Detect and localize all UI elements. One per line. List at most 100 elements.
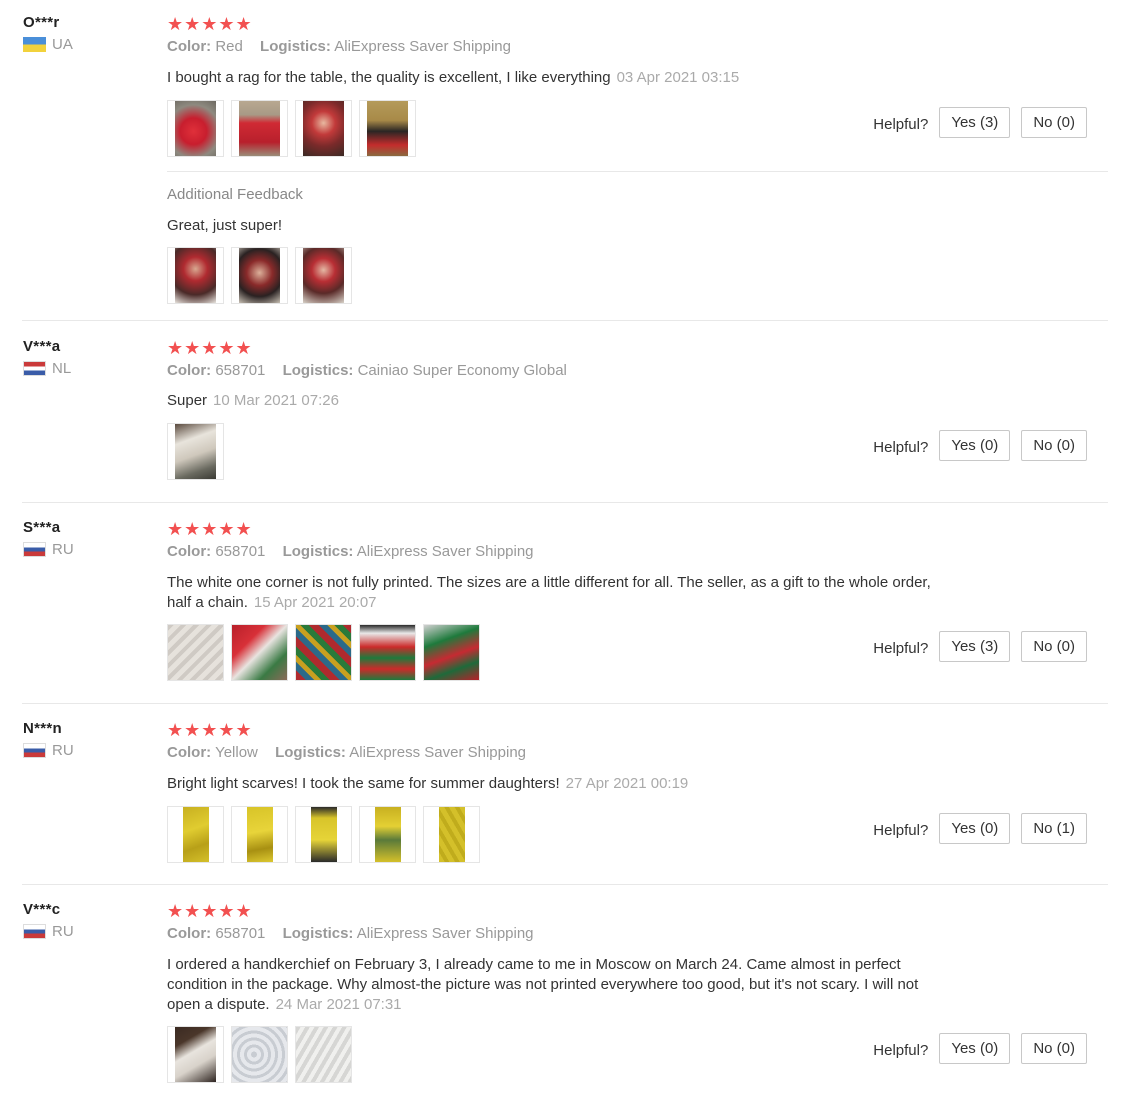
review-photo[interactable]	[231, 247, 288, 304]
review-text: Super 10 Mar 2021 07:26	[167, 391, 339, 411]
review-divider	[22, 502, 1108, 503]
review-photo[interactable]	[167, 624, 224, 681]
review-photo[interactable]	[423, 806, 480, 863]
flag-icon	[23, 743, 46, 758]
reviewer-country: RU	[23, 541, 74, 558]
review-photo[interactable]	[295, 624, 352, 681]
review-content: I bought a rag for the table, the qualit…	[167, 69, 611, 86]
reviewer-country: UA	[23, 36, 73, 53]
reviewer: S***a RU	[23, 519, 74, 558]
country-code: NL	[52, 360, 72, 377]
review-content: Super	[167, 392, 208, 409]
review-photo[interactable]	[423, 624, 480, 681]
review-photo[interactable]	[359, 624, 416, 681]
review-photo[interactable]	[359, 806, 416, 863]
flag-icon	[23, 542, 46, 557]
star-rating: ★★★★★	[167, 720, 253, 740]
additional-feedback-text: Great, just super!	[167, 217, 283, 234]
review-text: I ordered a handkerchief on February 3, …	[167, 955, 987, 1015]
color-label: Color:	[167, 744, 212, 761]
helpful-label: Helpful?	[873, 640, 929, 657]
reviewer: V***a NL	[23, 338, 71, 377]
helpful-label: Helpful?	[873, 1042, 929, 1059]
helpful-label: Helpful?	[873, 822, 929, 839]
review-photo[interactable]	[167, 423, 224, 480]
reviewer: N***n RU	[23, 720, 74, 759]
logistics-label: Logistics:	[282, 362, 354, 379]
vote-yes-button[interactable]: Yes (3)	[939, 631, 1011, 662]
review-photo[interactable]	[295, 247, 352, 304]
reviewer-name: V***c	[23, 901, 61, 918]
helpful-votes: Helpful? Yes (0) No (0)	[873, 1033, 1087, 1064]
reviewer-country: NL	[23, 360, 71, 377]
vote-no-button[interactable]: No (1)	[1021, 813, 1087, 844]
review-content-line: The white one corner is not fully printe…	[167, 574, 931, 591]
star-rating: ★★★★★	[167, 519, 253, 539]
review-photo[interactable]	[167, 247, 224, 304]
logistics-value: AliExpress Saver Shipping	[334, 38, 511, 55]
country-code: RU	[52, 923, 74, 940]
review-content-line: open a dispute.	[167, 996, 270, 1013]
helpful-label: Helpful?	[873, 116, 929, 133]
review-text: Bright light scarves! I took the same fo…	[167, 774, 688, 794]
review-meta: Color: Yellow Logistics: AliExpress Save…	[167, 744, 526, 761]
review-photo[interactable]	[295, 806, 352, 863]
color-value: 658701	[215, 543, 266, 560]
review-content-line: half a chain.	[167, 594, 248, 611]
review-photo[interactable]	[167, 1026, 224, 1083]
review-photo[interactable]	[231, 806, 288, 863]
review-photo[interactable]	[231, 1026, 288, 1083]
review-photos	[167, 806, 480, 863]
reviewer-country: RU	[23, 923, 74, 940]
star-rating: ★★★★★	[167, 338, 253, 358]
review-photos	[167, 423, 224, 480]
country-code: RU	[52, 742, 74, 759]
additional-divider	[167, 171, 1108, 172]
color-value: 658701	[215, 362, 266, 379]
vote-no-button[interactable]: No (0)	[1021, 1033, 1087, 1064]
vote-no-button[interactable]: No (0)	[1021, 107, 1087, 138]
vote-yes-button[interactable]: Yes (3)	[939, 107, 1011, 138]
vote-no-button[interactable]: No (0)	[1021, 631, 1087, 662]
review-date: 03 Apr 2021 03:15	[616, 69, 740, 86]
review-meta: Color: 658701 Logistics: Cainiao Super E…	[167, 362, 567, 379]
vote-yes-button[interactable]: Yes (0)	[939, 1033, 1011, 1064]
helpful-votes: Helpful? Yes (0) No (0)	[873, 430, 1087, 461]
logistics-label: Logistics:	[282, 543, 354, 560]
review-photo[interactable]	[231, 100, 288, 157]
logistics-label: Logistics:	[260, 38, 331, 55]
helpful-votes: Helpful? Yes (3) No (0)	[873, 631, 1087, 662]
logistics-value: Cainiao Super Economy Global	[357, 362, 567, 379]
review-meta: Color: 658701 Logistics: AliExpress Save…	[167, 543, 534, 560]
flag-icon	[23, 361, 46, 376]
country-code: UA	[52, 36, 73, 53]
review-photos	[167, 624, 480, 681]
review-date: 24 Mar 2021 07:31	[275, 996, 402, 1013]
vote-yes-button[interactable]: Yes (0)	[939, 430, 1011, 461]
review-photo[interactable]	[295, 1026, 352, 1083]
color-value: Yellow	[215, 744, 258, 761]
review-photo[interactable]	[359, 100, 416, 157]
star-rating: ★★★★★	[167, 901, 253, 921]
logistics-label: Logistics:	[282, 925, 354, 942]
review-date: 15 Apr 2021 20:07	[253, 594, 377, 611]
vote-no-button[interactable]: No (0)	[1021, 430, 1087, 461]
logistics-value: AliExpress Saver Shipping	[349, 744, 527, 761]
vote-yes-button[interactable]: Yes (0)	[939, 813, 1011, 844]
reviewer-name: S***a	[23, 519, 61, 536]
reviewer: V***c RU	[23, 901, 74, 940]
reviewer-name: O***r	[23, 14, 60, 31]
review-photo[interactable]	[231, 624, 288, 681]
flag-icon	[23, 37, 46, 52]
star-rating: ★★★★★	[167, 14, 253, 34]
review-photo[interactable]	[167, 100, 224, 157]
review-photo[interactable]	[167, 806, 224, 863]
color-label: Color:	[167, 925, 212, 942]
review-date: 10 Mar 2021 07:26	[213, 392, 339, 409]
reviewer-name: V***a	[23, 338, 61, 355]
color-value: Red	[215, 38, 243, 55]
review-photo[interactable]	[295, 100, 352, 157]
color-value: 658701	[215, 925, 266, 942]
review-text: I bought a rag for the table, the qualit…	[167, 68, 739, 88]
logistics-value: AliExpress Saver Shipping	[356, 925, 534, 942]
